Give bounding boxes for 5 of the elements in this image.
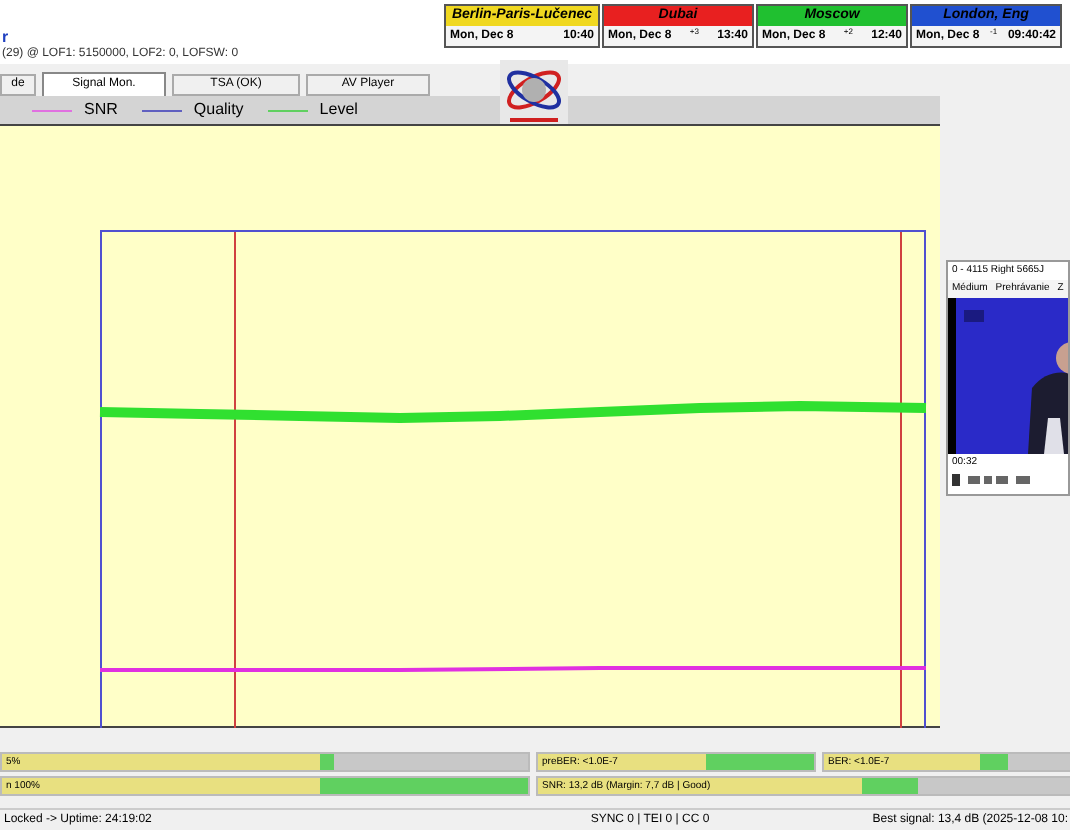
logo-icon [500,60,568,128]
legend-label: Level [319,98,358,122]
app-title: r [2,28,11,46]
legend-label: SNR [84,98,118,122]
legend-label: Quality [193,98,244,122]
